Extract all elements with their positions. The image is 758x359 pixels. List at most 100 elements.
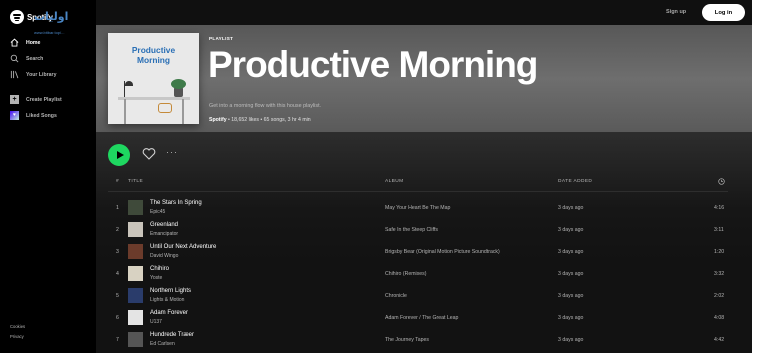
create-playlist-button[interactable]: + Create Playlist bbox=[10, 95, 62, 104]
track-title: Greenland bbox=[150, 222, 179, 228]
track-row[interactable]: 1 The Stars In Spring Epic45 May Your Heart… bbox=[108, 197, 728, 219]
track-date-added: 3 days ago bbox=[558, 205, 584, 211]
track-row[interactable]: 6 Adam Forever U137 Adam Forever / The Grea… bbox=[108, 307, 728, 329]
playlist-description: Get into a morning flow with this house … bbox=[209, 103, 322, 109]
track-artist[interactable]: Lights & Motion bbox=[150, 297, 184, 303]
track-album-art bbox=[128, 288, 143, 303]
track-album[interactable]: The Journey Tapes bbox=[385, 337, 429, 343]
cover-lamp bbox=[124, 81, 134, 97]
search-icon bbox=[10, 54, 19, 63]
track-artist[interactable]: Epic45 bbox=[150, 209, 165, 215]
heart-icon: ♥ bbox=[10, 111, 19, 120]
track-row[interactable]: 3 Until Our Next Adventure David Wingo Brig… bbox=[108, 241, 728, 263]
plus-icon: + bbox=[10, 95, 19, 104]
track-title: Hundrede Træer bbox=[150, 332, 195, 338]
playlist-meta: Spotify • 18,652 likes • 65 songs, 3 hr … bbox=[209, 117, 311, 123]
track-number: 1 bbox=[116, 205, 119, 211]
track-artist[interactable]: U137 bbox=[150, 319, 162, 325]
track-album[interactable]: Safe In the Steep Cliffs bbox=[385, 227, 438, 233]
header-num: # bbox=[116, 179, 120, 184]
track-number: 7 bbox=[116, 337, 119, 343]
nav-search-label: Search bbox=[26, 55, 44, 62]
cover-chair bbox=[158, 103, 172, 113]
playlist-stats: • 18,652 likes • 65 songs, 3 hr 4 min bbox=[226, 117, 311, 123]
track-album-art bbox=[128, 222, 143, 237]
track-title: Northern Lights bbox=[150, 288, 192, 294]
track-album-art bbox=[128, 310, 143, 325]
track-title: Chihiro bbox=[150, 266, 170, 272]
play-button[interactable] bbox=[108, 144, 130, 166]
sidebar: Spotify Home Search Your Library + Creat… bbox=[0, 0, 96, 353]
privacy-link[interactable]: Privacy bbox=[10, 334, 24, 339]
spotify-window: Spotify Home Search Your Library + Creat… bbox=[0, 0, 752, 353]
watermark-text: اوليات bbox=[34, 10, 69, 23]
track-duration: 3:32 bbox=[714, 271, 725, 277]
signup-button[interactable]: Sign up bbox=[666, 9, 686, 15]
cover-desk-leg bbox=[124, 99, 126, 124]
watermark-subtitle: www.bitbar.top/... bbox=[34, 30, 65, 35]
track-artist[interactable]: Emancipator bbox=[150, 231, 178, 237]
library-icon bbox=[10, 70, 19, 79]
track-row[interactable]: 5 Northern Lights Lights & Motion Chronicle… bbox=[108, 285, 728, 307]
track-number: 3 bbox=[116, 249, 119, 255]
header-title: TITLE bbox=[128, 179, 144, 184]
track-date-added: 3 days ago bbox=[558, 227, 584, 233]
nav-home-label: Home bbox=[26, 39, 41, 46]
track-date-added: 3 days ago bbox=[558, 271, 584, 277]
more-options-button[interactable]: ··· bbox=[166, 147, 178, 157]
track-duration: 1:20 bbox=[714, 249, 725, 255]
track-album[interactable]: Brigsby Bear (Original Motion Picture So… bbox=[385, 249, 500, 255]
liked-songs-button[interactable]: ♥ Liked Songs bbox=[10, 111, 57, 120]
track-artist[interactable]: Yoste bbox=[150, 275, 162, 281]
track-title: The Stars In Spring bbox=[150, 200, 202, 206]
track-row[interactable]: 4 Chihiro Yoste Chihiro (Remixes) 3 days ago… bbox=[108, 263, 728, 285]
track-date-added: 3 days ago bbox=[558, 337, 584, 343]
nav-library-label: Your Library bbox=[26, 71, 57, 78]
track-row[interactable]: 2 Greenland Emancipator Safe In the Steep C… bbox=[108, 219, 728, 241]
cover-desk bbox=[118, 97, 190, 100]
track-number: 4 bbox=[116, 271, 119, 277]
cover-title-line2: Morning bbox=[136, 55, 171, 65]
track-album[interactable]: Chihiro (Remixes) bbox=[385, 271, 427, 277]
cookies-link[interactable]: Cookies bbox=[10, 324, 25, 329]
main-content: Productive Morning PLAYLIST Productive M… bbox=[96, 0, 752, 353]
track-album-art bbox=[128, 332, 143, 347]
playlist-cover-image: Productive Morning bbox=[108, 33, 199, 124]
liked-songs-label: Liked Songs bbox=[26, 112, 57, 119]
track-duration: 3:11 bbox=[714, 227, 724, 233]
top-bar: Sign up Log in bbox=[96, 0, 752, 25]
track-date-added: 3 days ago bbox=[558, 249, 584, 255]
track-row[interactable]: 7 Hundrede Træer Ed Carlsen The Journey Tap… bbox=[108, 329, 728, 351]
nav-library[interactable]: Your Library bbox=[10, 70, 56, 79]
cover-desk-leg bbox=[182, 99, 184, 124]
clock-icon bbox=[718, 178, 725, 185]
nav-home[interactable]: Home bbox=[10, 38, 40, 47]
create-playlist-label: Create Playlist bbox=[26, 96, 62, 103]
track-album-art bbox=[128, 200, 143, 215]
track-date-added: 3 days ago bbox=[558, 293, 584, 299]
track-duration: 4:42 bbox=[714, 337, 725, 343]
header-album: ALBUM bbox=[385, 179, 404, 184]
track-duration: 4:16 bbox=[714, 205, 725, 211]
track-album[interactable]: May Your Heart Be The Map bbox=[385, 205, 450, 211]
track-number: 6 bbox=[116, 315, 119, 321]
track-title: Until Our Next Adventure bbox=[150, 244, 217, 250]
playlist-owner[interactable]: Spotify bbox=[209, 117, 227, 123]
track-artist[interactable]: David Wingo bbox=[150, 253, 178, 259]
nav-search[interactable]: Search bbox=[10, 54, 43, 63]
track-duration: 4:08 bbox=[714, 315, 725, 321]
track-duration: 2:02 bbox=[714, 293, 725, 299]
header-date-added: DATE ADDED bbox=[558, 179, 593, 184]
track-album[interactable]: Chronicle bbox=[385, 293, 407, 299]
play-icon bbox=[116, 151, 124, 159]
track-number: 2 bbox=[116, 227, 119, 233]
spotify-logo-icon bbox=[10, 10, 24, 24]
cover-title: Productive Morning bbox=[108, 45, 199, 65]
heart-outline-icon[interactable] bbox=[142, 147, 156, 161]
track-artist[interactable]: Ed Carlsen bbox=[150, 341, 175, 347]
login-button[interactable]: Log in bbox=[702, 4, 745, 21]
track-album-art bbox=[128, 244, 143, 259]
track-album[interactable]: Adam Forever / The Great Leap bbox=[385, 315, 458, 321]
track-title: Adam Forever bbox=[150, 310, 189, 316]
cover-title-line1: Productive bbox=[131, 45, 176, 55]
